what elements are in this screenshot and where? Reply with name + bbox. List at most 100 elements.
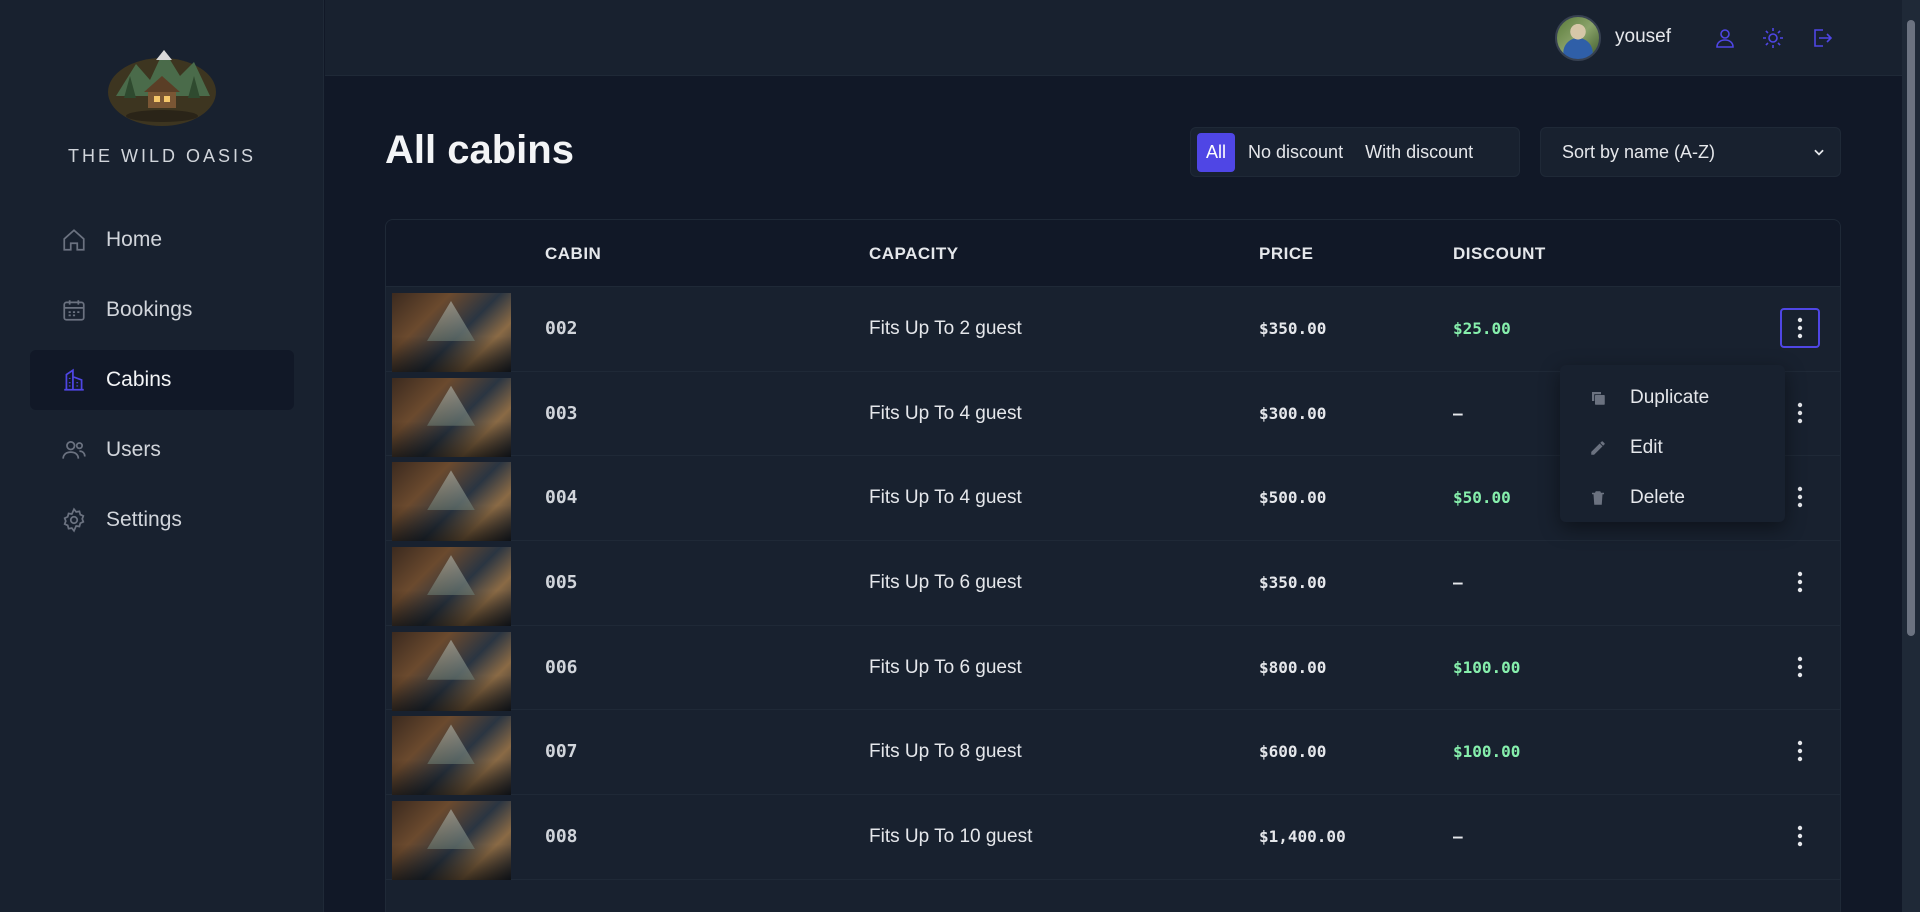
brand-name: THE WILD OASIS (67, 146, 257, 166)
page-title: All cabins (385, 128, 574, 172)
logout-icon (1814, 29, 1833, 47)
column-header-price: PRICE (1259, 244, 1314, 263)
sort-selected-value: Sort by name (A-Z) (1562, 141, 1716, 162)
scrollbar-thumb[interactable] (1907, 20, 1915, 636)
menu-item-label: Delete (1630, 487, 1685, 508)
pencil-icon (1588, 438, 1608, 458)
account-button[interactable] (1709, 22, 1741, 54)
sidebar-item-bookings[interactable]: Bookings (30, 280, 294, 340)
copy-icon (1588, 388, 1608, 408)
sidebar-item-label: Settings (106, 508, 182, 531)
cabin-capacity: Fits Up To 2 guest (869, 318, 1022, 339)
cabin-name: 002 (545, 318, 578, 339)
cabin-capacity: Fits Up To 4 guest (869, 487, 1022, 509)
cabin-name: 008 (545, 826, 578, 848)
cabin-price: $350.00 (1259, 573, 1327, 593)
sidebar-item-label: Bookings (106, 298, 193, 321)
cabin-thumbnail (392, 377, 511, 457)
building-icon (60, 366, 88, 394)
chevron-down-icon (1814, 149, 1824, 156)
table-row: 008 Fits Up To 10 guest $1,400.00 — (386, 795, 1840, 881)
users-icon (60, 436, 88, 464)
table-row: 002 Fits Up To 2 guest $350.00 $25.00 (386, 287, 1840, 372)
cabin-capacity: Fits Up To 6 guest (869, 656, 1022, 678)
column-header-discount: DISCOUNT (1453, 244, 1546, 263)
delete-menu-item[interactable]: Delete (1560, 473, 1785, 523)
sidebar-item-label: Cabins (106, 368, 172, 391)
more-vertical-icon (1797, 825, 1803, 847)
duplicate-menu-item[interactable]: Duplicate (1560, 373, 1785, 423)
menu-item-label: Duplicate (1630, 387, 1710, 408)
cabin-capacity: Fits Up To 10 guest (869, 826, 1033, 848)
cabin-discount: $100.00 (1453, 657, 1521, 677)
cabins-table: CABIN CAPACITY PRICE DISCOUNT 002 Fits Up… (385, 219, 1841, 912)
dark-mode-toggle[interactable] (1757, 22, 1789, 54)
table-row: 005 Fits Up To 6 guest $350.00 — (386, 541, 1840, 627)
sidebar-item-settings[interactable]: Settings (30, 490, 294, 550)
filter-with-discount-button[interactable]: With discount (1356, 133, 1482, 172)
username: yousef (1615, 26, 1671, 47)
cabin-discount: $50.00 (1453, 488, 1511, 508)
more-vertical-icon (1797, 571, 1803, 593)
cabin-price: $1,400.00 (1259, 827, 1346, 847)
cabin-name: 003 (545, 402, 578, 424)
edit-menu-item[interactable]: Edit (1560, 423, 1785, 473)
cabin-thumbnail (392, 293, 511, 372)
menu-item-label: Edit (1630, 437, 1663, 458)
gear-icon (60, 506, 88, 534)
discount-filter: All No discount With discount (1190, 127, 1520, 177)
sort-select[interactable]: Sort by name (A-Z) (1540, 127, 1841, 177)
sidebar-item-label: Users (106, 438, 161, 461)
avatar[interactable] (1555, 15, 1601, 61)
row-menu-button[interactable] (1780, 816, 1820, 856)
row-menu-button[interactable] (1780, 477, 1820, 517)
column-header-cabin: CABIN (545, 244, 602, 263)
more-vertical-icon (1797, 741, 1803, 762)
cabin-discount: — (1453, 827, 1463, 847)
cabin-logo-icon (108, 50, 216, 126)
sidebar-item-users[interactable]: Users (30, 420, 294, 480)
app-root: THE WILD OASIS Home Bookings Cabins User… (0, 0, 1920, 912)
cabin-price: $300.00 (1259, 403, 1327, 423)
cabin-price: $800.00 (1259, 657, 1327, 677)
home-icon (60, 226, 88, 254)
table-header: CABIN CAPACITY PRICE DISCOUNT (386, 220, 1840, 287)
cabin-discount: — (1453, 403, 1463, 423)
cabin-discount: $100.00 (1453, 742, 1521, 762)
row-menu-button[interactable] (1780, 308, 1820, 348)
table-row: 007 Fits Up To 8 guest $600.00 $100.00 (386, 710, 1840, 796)
filter-no-discount-button[interactable]: No discount (1239, 133, 1352, 172)
sidebar-item-cabins[interactable]: Cabins (30, 350, 294, 410)
row-menu-button[interactable] (1780, 731, 1820, 771)
row-actions-menu: Duplicate Edit Delete (1560, 365, 1785, 522)
cabin-discount: — (1453, 573, 1463, 593)
sidebar-item-home[interactable]: Home (30, 210, 294, 270)
row-menu-button[interactable] (1780, 393, 1820, 433)
table-row: 006 Fits Up To 6 guest $800.00 $100.00 (386, 626, 1840, 711)
sidebar: THE WILD OASIS Home Bookings Cabins User… (0, 0, 324, 912)
trash-icon (1588, 488, 1608, 508)
more-vertical-icon (1797, 317, 1803, 339)
cabin-thumbnail (392, 716, 511, 796)
row-menu-button[interactable] (1780, 647, 1820, 687)
more-vertical-icon (1797, 402, 1803, 423)
cabin-thumbnail (392, 547, 511, 627)
cabin-name: 006 (545, 656, 578, 678)
row-menu-button[interactable] (1780, 562, 1820, 602)
more-vertical-icon (1797, 487, 1803, 508)
calendar-icon (60, 296, 88, 324)
cabin-discount: $25.00 (1453, 319, 1511, 338)
cabin-capacity: Fits Up To 8 guest (869, 741, 1022, 763)
sun-icon (1763, 28, 1783, 48)
cabin-name: 007 (545, 741, 578, 763)
filter-all-button[interactable]: All (1197, 132, 1236, 172)
page-scrollbar[interactable] (1902, 0, 1920, 912)
logout-button[interactable] (1805, 22, 1837, 54)
cabin-price: $500.00 (1259, 488, 1327, 508)
logo: THE WILD OASIS (0, 36, 324, 167)
cabin-capacity: Fits Up To 4 guest (869, 402, 1022, 424)
cabin-thumbnail (392, 462, 511, 542)
more-vertical-icon (1797, 656, 1803, 677)
sidebar-item-label: Home (106, 228, 163, 251)
cabin-capacity: Fits Up To 6 guest (869, 572, 1022, 594)
